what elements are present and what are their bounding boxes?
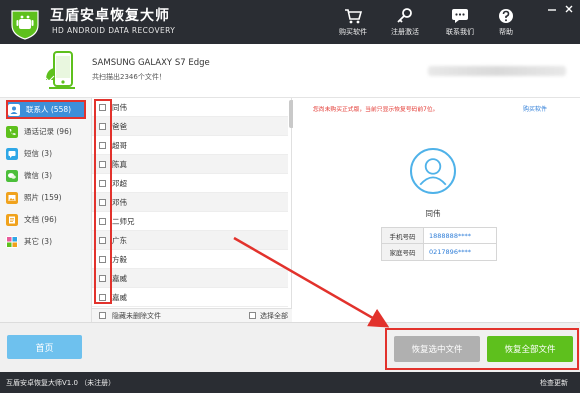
- device-name: SAMSUNG GALAXY S7 Edge: [92, 58, 210, 68]
- list-item[interactable]: 邓伟: [92, 193, 288, 212]
- contacts-icon: [8, 103, 20, 116]
- key-icon: [397, 8, 412, 23]
- select-all-label: 选择全部: [260, 311, 288, 320]
- list-footer: 隐藏未删除文件 选择全部: [92, 308, 292, 322]
- action-bar: 首页 恢复选中文件 恢复全部文件: [0, 322, 580, 372]
- checkbox-highlight: [94, 99, 112, 304]
- list-item[interactable]: 二师兄: [92, 212, 288, 231]
- help-button[interactable]: 帮助: [482, 8, 530, 40]
- home-button[interactable]: 首页: [7, 335, 82, 359]
- list-item[interactable]: 超哥: [92, 136, 288, 155]
- list-item[interactable]: 方毅: [92, 250, 288, 269]
- contact-name: 方毅: [112, 254, 127, 264]
- field-key: 手机号码: [382, 228, 424, 243]
- buy-software-link[interactable]: 购买软件: [523, 104, 547, 113]
- field-key: 家庭号码: [382, 244, 424, 260]
- sidebar-item-label: 微信 (3): [24, 171, 53, 180]
- field-value: 0217896****: [429, 248, 471, 256]
- android-device-icon: [43, 51, 75, 89]
- field-value: 1888888****: [429, 231, 471, 240]
- blurred-info: [428, 66, 566, 76]
- sidebar-item-label: 文档 (96): [24, 215, 57, 224]
- app-subtitle: HD ANDROID DATA RECOVERY: [52, 26, 176, 35]
- sidebar-item-documents[interactable]: 文档 (96): [6, 210, 86, 229]
- check-update-link[interactable]: 检查更新: [540, 378, 568, 388]
- photo-icon: [6, 191, 18, 204]
- avatar-icon: [410, 148, 456, 194]
- wechat-icon: [6, 169, 18, 182]
- help-label: 帮助: [499, 28, 513, 36]
- select-all-checkbox[interactable]: [249, 312, 256, 319]
- contact-name: 邓超: [112, 178, 127, 188]
- list-item[interactable]: 邓超: [92, 174, 288, 193]
- cart-icon: [345, 9, 362, 24]
- contact-name: 邓伟: [112, 197, 127, 207]
- contact-us-button[interactable]: 联系我们: [436, 8, 484, 40]
- contact-detail-name: 同伟: [425, 209, 441, 218]
- contact-name: 广东: [112, 235, 127, 245]
- sidebar-item-other[interactable]: 其它 (3): [6, 232, 86, 251]
- contact-fields: 手机号码 1888888**** 家庭号码 0217896****: [381, 227, 497, 261]
- app-logo-icon: [11, 10, 39, 40]
- chat-icon: [452, 9, 468, 23]
- list-item[interactable]: 爸爸: [92, 117, 288, 136]
- contact-us-label: 联系我们: [446, 28, 474, 36]
- recover-selected-button[interactable]: 恢复选中文件: [394, 336, 480, 362]
- status-bar: 互盾安卓恢复大师V1.0 （未注册） 检查更新: [0, 372, 580, 393]
- phone-icon: [6, 125, 18, 138]
- app-title: 互盾安卓恢复大师: [50, 8, 170, 24]
- sms-icon: [6, 147, 18, 160]
- contact-name: 嘉威: [112, 292, 127, 302]
- register-button[interactable]: 注册激活: [381, 8, 429, 40]
- sidebar-item-label: 通话记录 (96): [24, 127, 72, 136]
- other-icon: [6, 235, 18, 248]
- sidebar-item-label: 其它 (3): [24, 237, 53, 246]
- contact-name: 爸爸: [112, 121, 127, 131]
- contact-name: 超哥: [112, 140, 127, 150]
- sidebar-item-label: 照片 (159): [24, 193, 62, 202]
- document-icon: [6, 213, 18, 226]
- list-item[interactable]: 同伟: [92, 98, 288, 117]
- version-text: 互盾安卓恢复大师V1.0 （未注册）: [6, 379, 116, 387]
- hide-undeleted-label: 隐藏未删除文件: [112, 311, 161, 320]
- sidebar-item-photos[interactable]: 照片 (159): [6, 188, 86, 207]
- list-item[interactable]: 陈真: [92, 155, 288, 174]
- sidebar-item-contacts[interactable]: 联系人 (558): [6, 100, 86, 119]
- trial-notice: 您尚未购买正式版，当前只显示恢复号码前7位。: [313, 107, 439, 113]
- minimize-icon[interactable]: [545, 4, 559, 14]
- list-item[interactable]: 嘉威: [92, 269, 288, 288]
- sidebar-item-label: 联系人 (558): [26, 105, 72, 114]
- list-item[interactable]: 嘉威: [92, 288, 288, 307]
- contact-list: 同伟 爸爸 超哥 陈真 邓超 邓伟 二师兄 广东 方毅 嘉威 嘉威: [92, 98, 292, 308]
- contact-name: 嘉威: [112, 273, 127, 283]
- scan-count: 共扫描出2346个文件！: [92, 73, 166, 81]
- close-icon[interactable]: [562, 4, 576, 14]
- register-label: 注册激活: [391, 28, 419, 36]
- category-sidebar: 联系人 (558) 通话记录 (96) 短信 (3) 微信 (3) 照片 (15…: [0, 98, 92, 322]
- sidebar-item-call-log[interactable]: 通话记录 (96): [6, 122, 86, 141]
- field-row: 家庭号码 0217896****: [382, 244, 496, 260]
- recover-all-button[interactable]: 恢复全部文件: [487, 336, 573, 362]
- device-header: SAMSUNG GALAXY S7 Edge 共扫描出2346个文件！: [0, 44, 580, 98]
- sidebar-item-label: 短信 (3): [24, 149, 53, 158]
- contact-name: 陈真: [112, 159, 127, 169]
- list-item[interactable]: 广东: [92, 231, 288, 250]
- sidebar-item-wechat[interactable]: 微信 (3): [6, 166, 86, 185]
- help-icon: [499, 9, 513, 23]
- contact-name: 同伟: [112, 102, 127, 112]
- hide-undeleted-checkbox[interactable]: [99, 312, 106, 319]
- contact-name: 二师兄: [112, 216, 135, 226]
- buy-software-button[interactable]: 购买软件: [329, 8, 377, 40]
- title-bar: 互盾安卓恢复大师 HD ANDROID DATA RECOVERY 购买软件 注…: [0, 0, 580, 44]
- buy-software-label: 购买软件: [339, 28, 367, 36]
- contact-detail-panel: 您尚未购买正式版，当前只显示恢复号码前7位。 购买软件 同伟 手机号码 1888…: [293, 98, 580, 322]
- field-row: 手机号码 1888888****: [382, 228, 496, 244]
- sidebar-item-sms[interactable]: 短信 (3): [6, 144, 86, 163]
